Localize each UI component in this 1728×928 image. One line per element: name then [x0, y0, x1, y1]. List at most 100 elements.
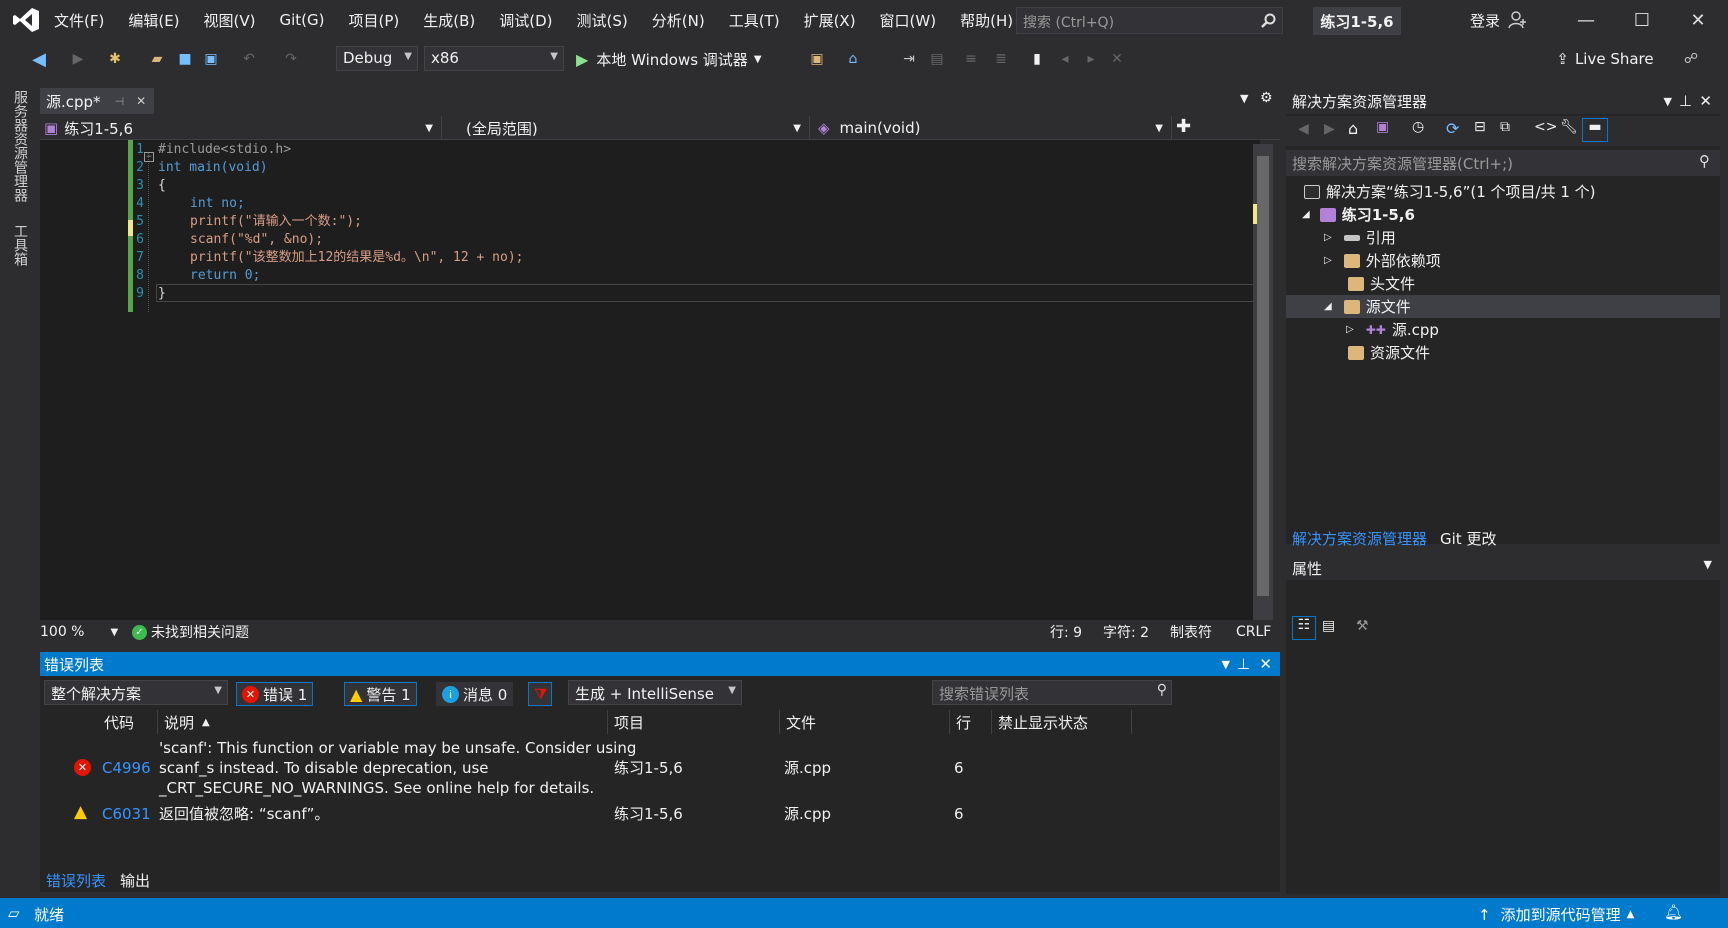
minimize-button[interactable]: —: [1558, 0, 1614, 40]
undo-icon[interactable]: ↶: [238, 48, 260, 70]
menu-view[interactable]: 视图(V): [204, 10, 256, 31]
show-all-files-icon[interactable]: ⧉: [1500, 119, 1510, 135]
close-window-button[interactable]: ✕: [1670, 0, 1726, 40]
column-file[interactable]: 文件: [780, 710, 950, 734]
global-search-input[interactable]: 搜索 (Ctrl+Q): [1016, 7, 1283, 34]
chevron-down-icon[interactable]: ▼: [1664, 95, 1672, 108]
zoom-select[interactable]: 100 % ▼: [40, 620, 118, 644]
scope-select[interactable]: 整个解决方案 ▼: [44, 680, 228, 705]
menu-edit[interactable]: 编辑(E): [128, 10, 179, 31]
warnings-filter-button[interactable]: ▲ 警告 1: [344, 682, 417, 706]
history-icon[interactable]: ◷: [1412, 119, 1424, 135]
view-code-icon[interactable]: <>: [1534, 119, 1557, 135]
scope-dropdown[interactable]: (全局范围) ▼: [442, 116, 810, 140]
login-link[interactable]: 登录: [1470, 10, 1500, 31]
next-bookmark-icon[interactable]: ▸: [1080, 48, 1102, 70]
column-line[interactable]: 行: [950, 710, 992, 734]
column-suppression[interactable]: 禁止显示状态: [992, 710, 1132, 734]
tree-references[interactable]: ▷ 引用: [1324, 226, 1396, 249]
refresh-icon[interactable]: ⟳: [1446, 119, 1459, 138]
menu-debug[interactable]: 调试(D): [499, 10, 552, 31]
user-icon[interactable]: [1508, 10, 1528, 30]
editor-vertical-scrollbar[interactable]: [1253, 144, 1273, 622]
step-icon[interactable]: ⇥: [898, 48, 920, 70]
tree-solution[interactable]: 解决方案“练习1-5,6”(1 个项目/共 1 个): [1304, 180, 1596, 203]
switch-view-icon[interactable]: ▣: [1376, 119, 1389, 135]
solution-explorer-toggle-icon[interactable]: ⌂: [842, 48, 864, 70]
filter-button[interactable]: ⧩: [528, 682, 552, 706]
notifications-bell-icon[interactable]: 🔔︎: [1664, 903, 1683, 921]
outdent-icon[interactable]: ≣: [990, 48, 1012, 70]
tree-source-files[interactable]: ◢ 源文件: [1286, 295, 1720, 318]
back-icon[interactable]: ◀: [1298, 121, 1309, 137]
code-editor[interactable]: − 1 2 3 4 5 6 7 8 9 #include<stdio.h> in…: [40, 140, 1260, 620]
menu-extensions[interactable]: 扩展(X): [804, 10, 856, 31]
tab-mode[interactable]: 制表符: [1170, 620, 1212, 644]
visual-studio-logo-icon[interactable]: [12, 6, 40, 34]
issues-indicator[interactable]: ✓ 未找到相关问题: [132, 620, 249, 644]
tab-output[interactable]: 输出: [120, 870, 150, 891]
function-dropdown[interactable]: ◈ main(void) ▼: [810, 116, 1172, 140]
start-debugging-button[interactable]: ▶ 本地 Windows 调试器 ▼: [576, 48, 776, 70]
error-code-link[interactable]: C4996: [102, 758, 151, 778]
indent-icon[interactable]: ≡: [960, 48, 982, 70]
menu-project[interactable]: 项目(P): [349, 10, 400, 31]
forward-icon[interactable]: ▶: [1324, 121, 1335, 137]
solution-search-input[interactable]: 搜索解决方案资源管理器(Ctrl+;) ⚲: [1286, 150, 1720, 176]
pin-icon[interactable]: ⊥: [1237, 655, 1250, 673]
column-description[interactable]: 说明 ▲: [158, 710, 608, 734]
menu-window[interactable]: 窗口(W): [880, 10, 937, 31]
close-tab-icon[interactable]: ✕: [136, 94, 146, 108]
tab-list-dropdown-icon[interactable]: ▼: [1240, 92, 1248, 105]
server-explorer-tab[interactable]: 服务器资源管理器: [10, 90, 30, 202]
tree-header-files[interactable]: 头文件: [1348, 272, 1415, 295]
source-select[interactable]: 生成 + IntelliSense ▼: [568, 680, 742, 705]
toolbox-tab[interactable]: 工具箱: [10, 224, 30, 266]
navigate-forward-icon[interactable]: ▶: [70, 48, 86, 70]
comment-icon[interactable]: ▤: [926, 48, 948, 70]
chevron-down-icon[interactable]: ▼: [1222, 658, 1230, 671]
property-pages-icon[interactable]: ▤: [1322, 618, 1335, 634]
find-in-files-icon[interactable]: ▣: [806, 48, 828, 70]
menu-tools[interactable]: 工具(T): [729, 10, 780, 31]
pin-icon[interactable]: ⊥: [1679, 92, 1692, 110]
menu-help[interactable]: 帮助(H): [960, 10, 1013, 31]
previous-bookmark-icon[interactable]: ◂: [1054, 48, 1076, 70]
collapse-all-icon[interactable]: ⊟: [1474, 119, 1486, 135]
errors-filter-button[interactable]: ✕ 错误 1: [236, 682, 314, 706]
menu-file[interactable]: 文件(F): [54, 10, 104, 31]
error-search-input[interactable]: 搜索错误列表 ⚲: [932, 680, 1172, 705]
close-icon[interactable]: ✕: [1259, 655, 1272, 673]
menu-git[interactable]: Git(G): [280, 11, 325, 29]
tree-external-deps[interactable]: ▷ 外部依赖项: [1324, 249, 1441, 272]
close-icon[interactable]: ✕: [1699, 92, 1712, 110]
new-project-icon[interactable]: ✱: [104, 48, 126, 70]
column-code[interactable]: 代码: [98, 710, 158, 734]
tree-project[interactable]: ◢ 练习1-5,6: [1302, 203, 1415, 226]
chevron-down-icon[interactable]: ▼: [1704, 558, 1712, 571]
menu-test[interactable]: 测试(S): [577, 10, 628, 31]
pin-icon[interactable]: ⊣: [115, 95, 125, 108]
redo-icon[interactable]: ↷: [280, 48, 302, 70]
settings-gear-icon[interactable]: ⚙: [1260, 90, 1273, 106]
home-icon[interactable]: ⌂: [1348, 119, 1358, 138]
menu-build[interactable]: 生成(B): [423, 10, 475, 31]
open-file-icon[interactable]: ▰: [146, 48, 168, 70]
column-project[interactable]: 项目: [608, 710, 780, 734]
navigate-back-icon[interactable]: ◀: [28, 48, 50, 70]
categorized-icon[interactable]: ☷: [1292, 616, 1316, 640]
save-icon[interactable]: ■: [174, 48, 196, 70]
tab-solution-explorer[interactable]: 解决方案资源管理器: [1292, 528, 1427, 549]
line-ending[interactable]: CRLF: [1236, 620, 1271, 644]
configuration-select[interactable]: Debug ▼: [336, 46, 418, 71]
warning-code-link[interactable]: C6031: [102, 804, 151, 824]
project-dropdown[interactable]: ▣ 练习1-5,6 ▼: [40, 116, 442, 140]
wrench-icon[interactable]: ⚒: [1356, 618, 1369, 634]
feedback-icon[interactable]: ☍: [1680, 48, 1702, 70]
menu-analyze[interactable]: 分析(N): [652, 10, 705, 31]
bookmark-icon[interactable]: ▮: [1026, 48, 1048, 70]
preview-selected-icon[interactable]: ▬: [1582, 118, 1608, 142]
tree-source-cpp[interactable]: ▷ ✚✚ 源.cpp: [1346, 318, 1439, 341]
add-to-source-control-button[interactable]: ↑ 添加到源代码管理 ▲: [1478, 904, 1634, 925]
properties-wrench-icon[interactable]: 🔧︎: [1560, 119, 1578, 135]
